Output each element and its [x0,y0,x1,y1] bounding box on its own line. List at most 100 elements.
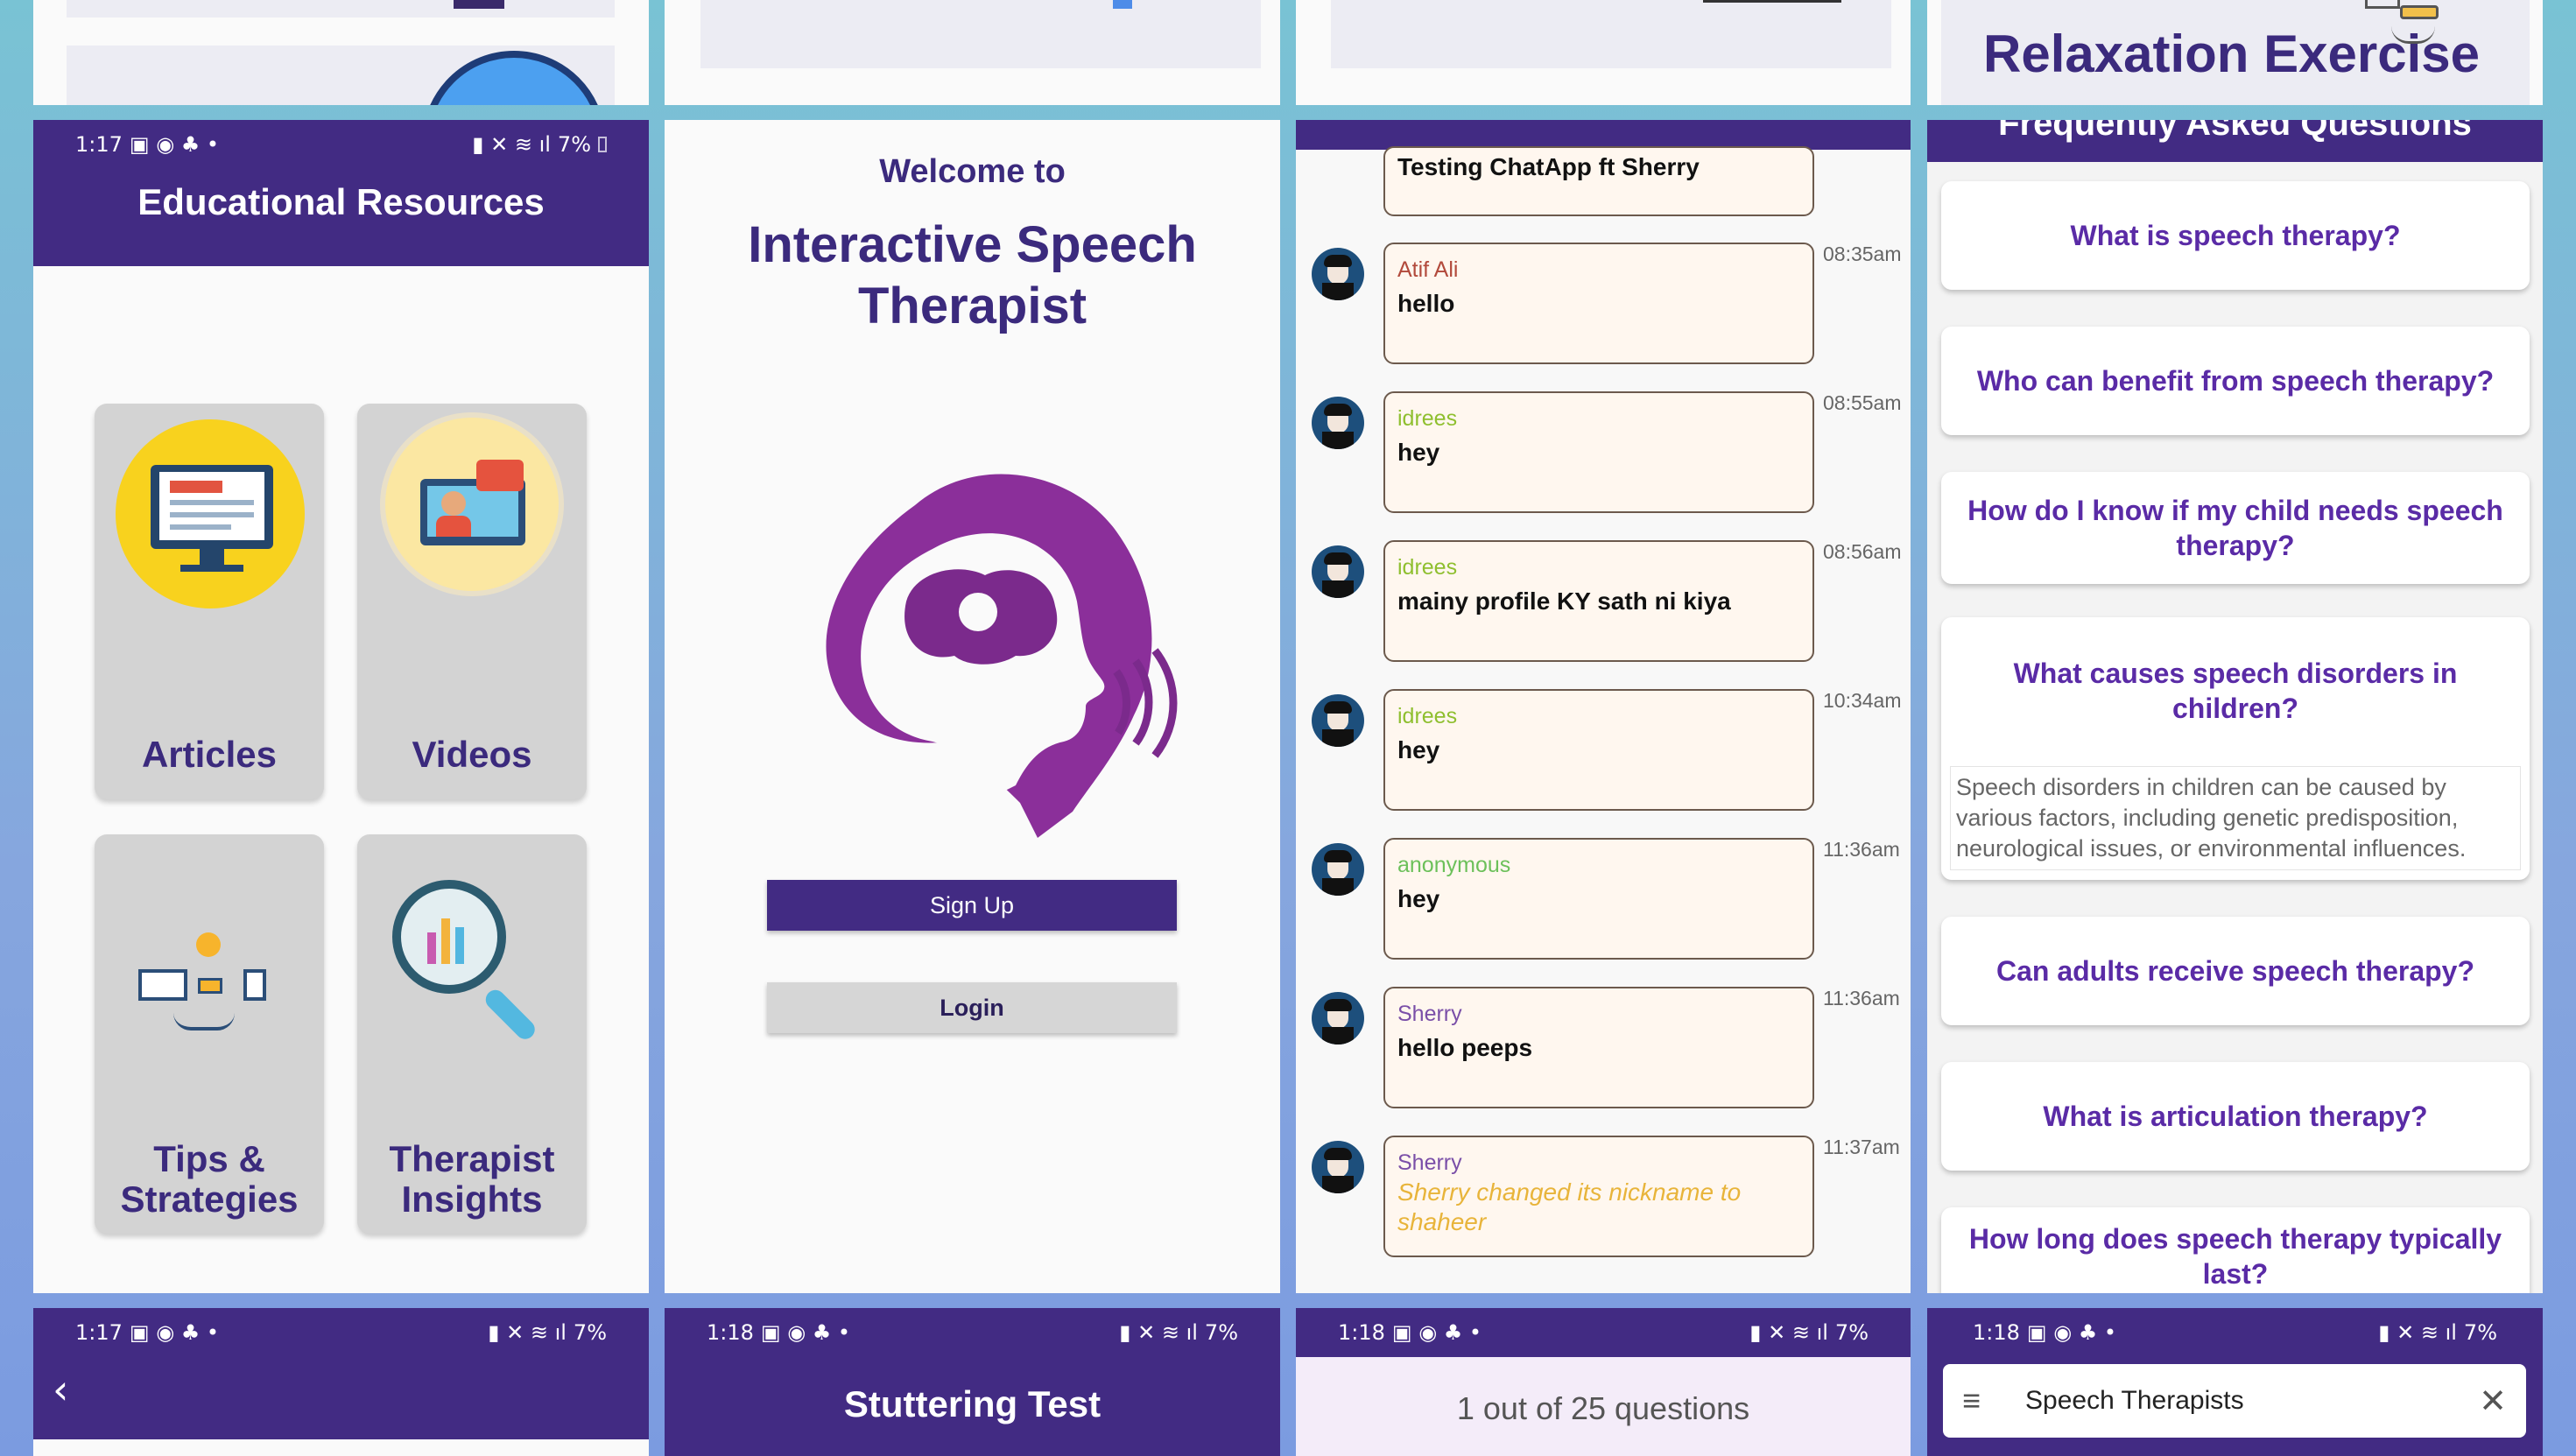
app-header: 1:17 ▣ ◉ ♣ • ▮ ✕ ≋ ıl 7% Educational Resou… [33,120,649,266]
status-time: 1:17 [75,1320,123,1345]
welcome-text: Welcome to [879,153,1066,190]
top-card-image [454,0,504,9]
avatar[interactable] [1312,1141,1364,1193]
notification-icons: ▣ ◉ ♣ • [129,1320,220,1345]
top-panel-4: Relaxation Exercise [1927,0,2543,105]
battery-text: 7% [2463,1320,2497,1345]
top-card [700,0,1261,68]
top-card [1331,0,1891,68]
content-area [33,1439,649,1456]
message-text: hello peeps [1397,1034,1533,1061]
relax-icon [2365,0,2400,9]
top-panel-3 [1296,0,1911,105]
faq-screen: Frequently Asked Questions What is speec… [1927,120,2543,1293]
avatar[interactable] [1312,248,1364,300]
message-time: 08:35am [1823,243,1902,265]
top-marker-icon [1113,0,1132,9]
status-bar: 1:17 ▣ ◉ ♣ • ▮ ✕ ≋ ıl 7% [33,1308,649,1357]
avatar[interactable] [1312,843,1364,896]
avatar[interactable] [1312,545,1364,598]
message-sender: idrees [1397,406,1458,431]
monitor-document-icon [116,419,305,608]
top-line [1703,0,1841,3]
faq-question: What causes speech disorders in children… [2013,658,2458,724]
tile-label: Videos [412,734,532,775]
tile-label: Therapist Insights [389,1138,555,1220]
message-sender: anonymous [1397,853,1511,877]
chat-message: Sherry hello peeps [1383,987,1814,1108]
tile-therapist-insights[interactable]: Therapist Insights [357,834,587,1234]
status-icons: ▮ ✕ ≋ ıl [1119,1320,1198,1345]
back-arrow-icon[interactable]: ‹ [53,1366,68,1413]
faq-header-title: Frequently Asked Questions [1998,120,2472,143]
message-text: Testing ChatApp ft Sherry [1397,153,1700,180]
faq-item[interactable]: What is articulation therapy? [1941,1062,2530,1171]
login-button[interactable]: Login [767,982,1177,1033]
notification-icons: ▣ ◉ ♣ • [1391,1320,1482,1345]
message-text: hey [1397,736,1440,763]
tile-label: Tips & Strategies [120,1138,299,1220]
chat-message: idrees mainy profile KY sath ni kiya [1383,540,1814,662]
tile-videos[interactable]: Videos [357,404,587,799]
message-sender: Atif Ali [1397,257,1459,282]
status-time: 1:17 [75,132,123,157]
status-icons: ▮ ✕ ≋ ıl [2378,1320,2457,1345]
chat-message-partial: Testing ChatApp ft Sherry [1383,146,1814,216]
page-title: Educational Resources [137,181,545,222]
faq-item[interactable]: Can adults receive speech therapy? [1941,917,2530,1025]
avatar[interactable] [1312,694,1364,747]
tile-label: Articles [141,734,278,775]
bottom-screen-4: 1:18 ▣ ◉ ♣ • ▮ ✕ ≋ ıl 7% ≡ Speech Therapis… [1927,1308,2543,1456]
faq-item[interactable]: How do I know if my child needs speech t… [1941,472,2530,584]
bottom-screen-1: 1:17 ▣ ◉ ♣ • ▮ ✕ ≋ ıl 7% ‹ [33,1308,649,1456]
notification-icons: ▣ ◉ ♣ • [760,1320,851,1345]
status-icons: ▮ ✕ ≋ ıl [488,1320,567,1345]
status-bar: 1:18 ▣ ◉ ♣ • ▮ ✕ ≋ ıl 7% [1927,1308,2543,1357]
notification-icons: ▣ ◉ ♣ • [129,132,220,157]
avatar[interactable] [1312,992,1364,1045]
chat-header [1296,120,1911,150]
message-sender: Sherry [1397,1002,1462,1026]
faq-header: Frequently Asked Questions [1927,120,2543,162]
menu-icon[interactable]: ≡ [1962,1382,2011,1419]
chat-message: idrees hey [1383,391,1814,513]
magnifier-chart-icon [392,880,550,1044]
faq-item[interactable]: How long does speech therapy typically l… [1941,1207,2530,1293]
app-title: Interactive Speech Therapist [748,216,1197,334]
message-time: 10:34am [1823,689,1902,712]
battery-text: 7% [573,1320,607,1345]
bottom-screen-3: 1:18 ▣ ◉ ♣ • ▮ ✕ ≋ ıl 7% 1 out of 25 quest… [1296,1308,1911,1456]
tile-tips-strategies[interactable]: Tips & Strategies [95,834,324,1234]
message-sender: idrees [1397,555,1458,580]
chat-message: idrees hey [1383,689,1814,811]
status-bar: 1:17 ▣ ◉ ♣ • ▮ ✕ ≋ ıl 7% [33,120,649,169]
message-time: 11:36am [1823,838,1900,861]
avatar[interactable] [1312,397,1364,449]
message-text: hey [1397,885,1440,912]
status-time: 1:18 [1338,1320,1385,1345]
faq-item[interactable]: What is speech therapy? [1941,181,2530,290]
status-bar: 1:18 ▣ ◉ ♣ • ▮ ✕ ≋ ıl 7% [1296,1308,1911,1357]
message-text: mainy profile KY sath ni kiya [1397,587,1731,615]
status-icons: ▮ ✕ ≋ ıl [472,132,551,157]
message-time: 11:36am [1823,987,1900,1009]
faq-item[interactable]: Who can benefit from speech therapy? [1941,327,2530,435]
message-text: hello [1397,290,1455,317]
educational-resources-screen: 1:17 ▣ ◉ ♣ • ▮ ✕ ≋ ıl 7% Educational Resou… [33,120,649,1293]
status-bar: 1:18 ▣ ◉ ♣ • ▮ ✕ ≋ ıl 7% [665,1308,1280,1357]
search-bar[interactable]: ≡ Speech Therapists ✕ [1943,1364,2526,1438]
search-input[interactable]: Speech Therapists [2025,1386,2479,1416]
top-panel-1 [33,0,649,105]
chat-message: Atif Ali hello [1383,243,1814,364]
tile-articles[interactable]: Articles [95,404,324,799]
top-panel-2 [665,0,1280,105]
faq-item-expanded[interactable]: What causes speech disorders in children… [1941,617,2530,880]
message-time: 08:55am [1823,391,1902,414]
welcome-screen: Welcome to Interactive Speech Therapist … [665,120,1280,1293]
message-sender: idrees [1397,704,1458,728]
signup-button[interactable]: Sign Up [767,880,1177,931]
close-icon[interactable]: ✕ [2479,1382,2507,1421]
chat-message: anonymous hey [1383,838,1814,960]
battery-text: 7% [557,132,591,157]
lightbulb-ideas-icon [138,929,278,1043]
